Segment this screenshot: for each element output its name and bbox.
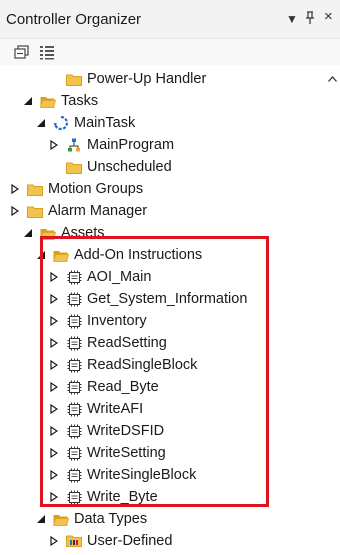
folder-open-icon [40, 94, 56, 108]
user-defined-type-icon [66, 534, 82, 548]
expand-triangle-icon[interactable] [9, 205, 21, 217]
tree-expander-spacer [48, 161, 60, 173]
tree-item[interactable]: MainTask [0, 112, 330, 134]
tree-item-label: Data Types [74, 511, 148, 527]
folder-open-icon [53, 512, 69, 526]
tree-item[interactable]: User-Defined [0, 530, 330, 552]
properties-list-icon[interactable] [39, 44, 55, 60]
folder-icon [27, 182, 43, 196]
tree-item[interactable]: Alarm Manager [0, 200, 330, 222]
scroll-up-arrow-icon[interactable] [328, 74, 337, 85]
tree-item[interactable]: Data Types [0, 508, 330, 530]
organizer-toolbar [0, 39, 340, 65]
highlight-box [40, 236, 269, 507]
tree-item[interactable]: Unscheduled [0, 156, 330, 178]
collapse-tree-icon[interactable] [14, 44, 30, 60]
collapse-triangle-icon[interactable] [22, 227, 34, 239]
tree-expander-spacer [48, 73, 60, 85]
folder-icon [27, 204, 43, 218]
program-icon [66, 138, 82, 152]
tree-item-label: MainProgram [87, 137, 175, 153]
tree-item[interactable]: Power-Up Handler [0, 68, 330, 90]
folder-icon [66, 160, 82, 174]
tree-item-label: Tasks [61, 93, 99, 109]
tree-item[interactable]: Tasks [0, 90, 330, 112]
panel-close-icon[interactable]: × [324, 9, 333, 25]
tree-item-label: Power-Up Handler [87, 71, 207, 87]
task-cycle-icon [53, 116, 69, 130]
panel-title-bar: Controller Organizer ▼ × [0, 0, 340, 39]
expand-triangle-icon[interactable] [9, 183, 21, 195]
expand-triangle-icon[interactable] [48, 139, 60, 151]
tree-item-label: User-Defined [87, 533, 173, 549]
tree-item[interactable]: MainProgram [0, 134, 330, 156]
collapse-triangle-icon[interactable] [22, 95, 34, 107]
collapse-triangle-icon[interactable] [35, 513, 47, 525]
tree-item[interactable]: Motion Groups [0, 178, 330, 200]
tree-scrollbar[interactable] [328, 66, 340, 555]
collapse-triangle-icon[interactable] [35, 117, 47, 129]
tree-item-label: Unscheduled [87, 159, 172, 175]
panel-dropdown-icon[interactable]: ▼ [286, 11, 298, 27]
tree-item-label: Alarm Manager [48, 203, 148, 219]
tree-item-label: MainTask [74, 115, 136, 131]
expand-triangle-icon[interactable] [48, 535, 60, 547]
panel-pin-icon[interactable] [305, 11, 315, 29]
panel-title: Controller Organizer [6, 10, 142, 28]
folder-icon [66, 72, 82, 86]
tree-item-label: Motion Groups [48, 181, 144, 197]
